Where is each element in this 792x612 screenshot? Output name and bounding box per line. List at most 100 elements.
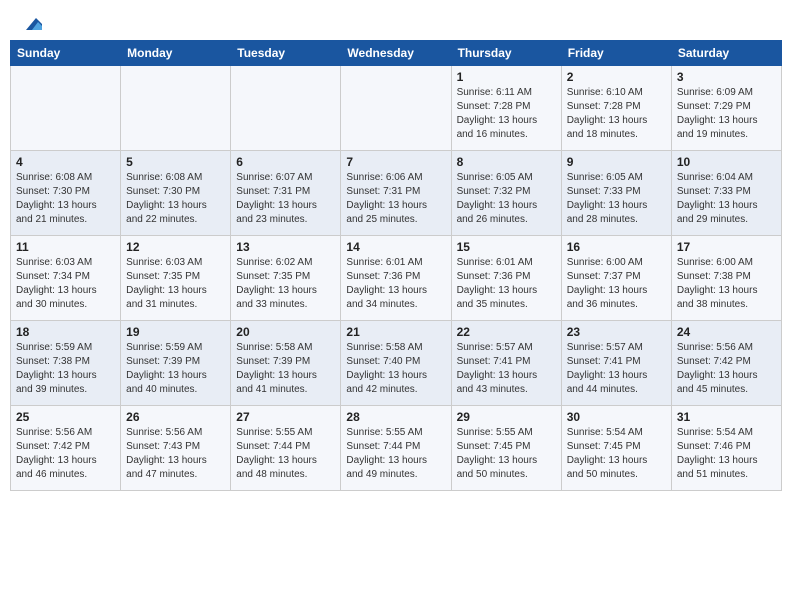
calendar-day-cell: 17 Sunrise: 6:00 AM Sunset: 7:38 PM Dayli…	[671, 236, 781, 321]
calendar-header-row: SundayMondayTuesdayWednesdayThursdayFrid…	[11, 41, 782, 66]
day-info: Sunrise: 5:54 AM Sunset: 7:46 PM Dayligh…	[677, 426, 776, 482]
day-number: 17	[677, 240, 776, 254]
calendar-day-cell: 14 Sunrise: 6:01 AM Sunset: 7:36 PM Dayli…	[341, 236, 451, 321]
day-info: Sunrise: 6:05 AM Sunset: 7:32 PM Dayligh…	[457, 171, 556, 227]
calendar-day-cell	[231, 66, 341, 151]
day-number: 9	[567, 155, 666, 169]
day-number: 5	[126, 155, 225, 169]
calendar-day-cell: 28 Sunrise: 5:55 AM Sunset: 7:44 PM Dayli…	[341, 406, 451, 491]
calendar-week-row: 18Sunrise: 5:59 AM Sunset: 7:38 PM Dayli…	[11, 321, 782, 406]
calendar-day-cell: 2 Sunrise: 6:10 AM Sunset: 7:28 PM Daylig…	[561, 66, 671, 151]
day-of-week-header: Friday	[561, 41, 671, 66]
day-number: 24	[677, 325, 776, 339]
day-number: 1	[457, 70, 556, 84]
day-info: Sunrise: 5:54 AM Sunset: 7:45 PM Dayligh…	[567, 426, 666, 482]
day-info: Sunrise: 5:59 AM Sunset: 7:39 PM Dayligh…	[126, 341, 225, 397]
day-number: 3	[677, 70, 776, 84]
day-number: 8	[457, 155, 556, 169]
day-info: Sunrise: 6:02 AM Sunset: 7:35 PM Dayligh…	[236, 256, 335, 312]
day-number: 31	[677, 410, 776, 424]
day-info: Sunrise: 6:00 AM Sunset: 7:37 PM Dayligh…	[567, 256, 666, 312]
calendar-day-cell: 1 Sunrise: 6:11 AM Sunset: 7:28 PM Daylig…	[451, 66, 561, 151]
calendar-day-cell: 7 Sunrise: 6:06 AM Sunset: 7:31 PM Daylig…	[341, 151, 451, 236]
day-info: Sunrise: 6:01 AM Sunset: 7:36 PM Dayligh…	[457, 256, 556, 312]
day-info: Sunrise: 5:59 AM Sunset: 7:38 PM Dayligh…	[16, 341, 115, 397]
calendar-day-cell: 25 Sunrise: 5:56 AM Sunset: 7:42 PM Dayli…	[11, 406, 121, 491]
day-number: 2	[567, 70, 666, 84]
day-number: 20	[236, 325, 335, 339]
day-number: 30	[567, 410, 666, 424]
day-number: 23	[567, 325, 666, 339]
day-of-week-header: Monday	[121, 41, 231, 66]
calendar-day-cell: 29 Sunrise: 5:55 AM Sunset: 7:45 PM Dayli…	[451, 406, 561, 491]
day-of-week-header: Tuesday	[231, 41, 341, 66]
calendar-day-cell: 22Sunrise: 5:57 AM Sunset: 7:41 PM Dayli…	[451, 321, 561, 406]
calendar-week-row: 25 Sunrise: 5:56 AM Sunset: 7:42 PM Dayli…	[11, 406, 782, 491]
day-number: 16	[567, 240, 666, 254]
calendar-day-cell: 12Sunrise: 6:03 AM Sunset: 7:35 PM Dayli…	[121, 236, 231, 321]
calendar-day-cell: 24 Sunrise: 5:56 AM Sunset: 7:42 PM Dayli…	[671, 321, 781, 406]
day-number: 15	[457, 240, 556, 254]
calendar-day-cell: 4 Sunrise: 6:08 AM Sunset: 7:30 PM Daylig…	[11, 151, 121, 236]
calendar-day-cell: 21 Sunrise: 5:58 AM Sunset: 7:40 PM Dayli…	[341, 321, 451, 406]
day-info: Sunrise: 5:55 AM Sunset: 7:45 PM Dayligh…	[457, 426, 556, 482]
day-number: 13	[236, 240, 335, 254]
calendar-day-cell: 27Sunrise: 5:55 AM Sunset: 7:44 PM Dayli…	[231, 406, 341, 491]
calendar-week-row: 4 Sunrise: 6:08 AM Sunset: 7:30 PM Daylig…	[11, 151, 782, 236]
calendar-day-cell: 6 Sunrise: 6:07 AM Sunset: 7:31 PM Daylig…	[231, 151, 341, 236]
day-of-week-header: Sunday	[11, 41, 121, 66]
calendar-day-cell: 31 Sunrise: 5:54 AM Sunset: 7:46 PM Dayli…	[671, 406, 781, 491]
day-info: Sunrise: 5:58 AM Sunset: 7:39 PM Dayligh…	[236, 341, 335, 397]
day-info: Sunrise: 6:11 AM Sunset: 7:28 PM Dayligh…	[457, 86, 556, 142]
day-info: Sunrise: 6:04 AM Sunset: 7:33 PM Dayligh…	[677, 171, 776, 227]
day-info: Sunrise: 6:01 AM Sunset: 7:36 PM Dayligh…	[346, 256, 445, 312]
day-info: Sunrise: 6:08 AM Sunset: 7:30 PM Dayligh…	[16, 171, 115, 227]
day-number: 21	[346, 325, 445, 339]
calendar-day-cell: 10 Sunrise: 6:04 AM Sunset: 7:33 PM Dayli…	[671, 151, 781, 236]
day-number: 6	[236, 155, 335, 169]
day-number: 4	[16, 155, 115, 169]
day-info: Sunrise: 6:09 AM Sunset: 7:29 PM Dayligh…	[677, 86, 776, 142]
calendar-week-row: 1 Sunrise: 6:11 AM Sunset: 7:28 PM Daylig…	[11, 66, 782, 151]
day-info: Sunrise: 6:00 AM Sunset: 7:38 PM Dayligh…	[677, 256, 776, 312]
calendar-day-cell: 3 Sunrise: 6:09 AM Sunset: 7:29 PM Daylig…	[671, 66, 781, 151]
day-number: 14	[346, 240, 445, 254]
day-info: Sunrise: 6:10 AM Sunset: 7:28 PM Dayligh…	[567, 86, 666, 142]
calendar-day-cell: 19 Sunrise: 5:59 AM Sunset: 7:39 PM Dayli…	[121, 321, 231, 406]
day-info: Sunrise: 5:55 AM Sunset: 7:44 PM Dayligh…	[346, 426, 445, 482]
day-number: 28	[346, 410, 445, 424]
calendar-day-cell: 30 Sunrise: 5:54 AM Sunset: 7:45 PM Dayli…	[561, 406, 671, 491]
day-number: 29	[457, 410, 556, 424]
calendar-day-cell: 20 Sunrise: 5:58 AM Sunset: 7:39 PM Dayli…	[231, 321, 341, 406]
day-number: 25	[16, 410, 115, 424]
calendar-day-cell: 11Sunrise: 6:03 AM Sunset: 7:34 PM Dayli…	[11, 236, 121, 321]
day-of-week-header: Saturday	[671, 41, 781, 66]
calendar-day-cell: 18Sunrise: 5:59 AM Sunset: 7:38 PM Dayli…	[11, 321, 121, 406]
logo-icon	[20, 14, 42, 32]
day-info: Sunrise: 5:56 AM Sunset: 7:43 PM Dayligh…	[126, 426, 225, 482]
calendar-week-row: 11Sunrise: 6:03 AM Sunset: 7:34 PM Dayli…	[11, 236, 782, 321]
page-header	[10, 10, 782, 32]
day-info: Sunrise: 6:07 AM Sunset: 7:31 PM Dayligh…	[236, 171, 335, 227]
calendar-table: SundayMondayTuesdayWednesdayThursdayFrid…	[10, 40, 782, 491]
day-number: 7	[346, 155, 445, 169]
calendar-day-cell: 23Sunrise: 5:57 AM Sunset: 7:41 PM Dayli…	[561, 321, 671, 406]
calendar-day-cell: 16 Sunrise: 6:00 AM Sunset: 7:37 PM Dayli…	[561, 236, 671, 321]
day-info: Sunrise: 5:56 AM Sunset: 7:42 PM Dayligh…	[677, 341, 776, 397]
day-of-week-header: Wednesday	[341, 41, 451, 66]
calendar-day-cell	[11, 66, 121, 151]
calendar-day-cell: 13 Sunrise: 6:02 AM Sunset: 7:35 PM Dayli…	[231, 236, 341, 321]
day-number: 10	[677, 155, 776, 169]
calendar-day-cell: 15 Sunrise: 6:01 AM Sunset: 7:36 PM Dayli…	[451, 236, 561, 321]
day-info: Sunrise: 5:55 AM Sunset: 7:44 PM Dayligh…	[236, 426, 335, 482]
day-number: 12	[126, 240, 225, 254]
calendar-day-cell: 5Sunrise: 6:08 AM Sunset: 7:30 PM Daylig…	[121, 151, 231, 236]
day-number: 19	[126, 325, 225, 339]
day-info: Sunrise: 5:56 AM Sunset: 7:42 PM Dayligh…	[16, 426, 115, 482]
calendar-day-cell	[341, 66, 451, 151]
day-info: Sunrise: 5:58 AM Sunset: 7:40 PM Dayligh…	[346, 341, 445, 397]
calendar-day-cell: 26Sunrise: 5:56 AM Sunset: 7:43 PM Dayli…	[121, 406, 231, 491]
day-info: Sunrise: 6:05 AM Sunset: 7:33 PM Dayligh…	[567, 171, 666, 227]
day-info: Sunrise: 6:06 AM Sunset: 7:31 PM Dayligh…	[346, 171, 445, 227]
day-number: 11	[16, 240, 115, 254]
